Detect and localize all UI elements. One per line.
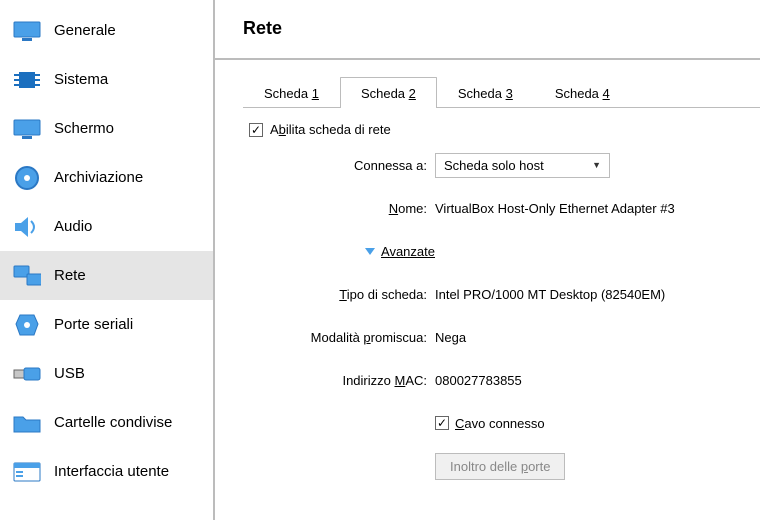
sidebar-item-label: Porte seriali (54, 316, 133, 333)
adapter-type-label: Tipo di scheda: (249, 287, 435, 302)
tab-scheda-1[interactable]: Scheda 1 (243, 77, 340, 108)
name-label: Nome: (249, 201, 435, 216)
tabs: Scheda 1 Scheda 2 Scheda 3 Scheda 4 (243, 76, 760, 108)
serial-port-icon (13, 311, 41, 339)
speaker-icon (13, 213, 41, 241)
name-value[interactable]: VirtualBox Host-Only Ethernet Adapter #3 (435, 198, 675, 219)
monitor-icon (13, 17, 41, 45)
sidebar-item-label: Schermo (54, 120, 114, 137)
promiscuous-value[interactable]: Nega (435, 327, 466, 348)
sidebar-item-label: Cartelle condivise (54, 414, 172, 431)
form: ✓ Abilita scheda di rete Connessa a: Sch… (235, 108, 760, 480)
network-icon (13, 262, 41, 290)
sidebar-item-usb[interactable]: USB (0, 349, 213, 398)
mac-value[interactable]: 080027783855 (435, 370, 522, 391)
chip-icon (13, 66, 41, 94)
sidebar-item-cartelle-condivise[interactable]: Cartelle condivise (0, 398, 213, 447)
mac-label: Indirizzo MAC: (249, 373, 435, 388)
sidebar-item-generale[interactable]: Generale (0, 6, 213, 55)
sidebar: Generale Sistema Schermo Archiviazione A… (0, 0, 215, 520)
advanced-expander[interactable]: Avanzate (249, 244, 435, 259)
sidebar-item-label: Rete (54, 267, 86, 284)
sidebar-item-rete[interactable]: Rete (0, 251, 213, 300)
sidebar-item-audio[interactable]: Audio (0, 202, 213, 251)
chevron-down-icon: ▼ (592, 160, 601, 170)
tab-scheda-3[interactable]: Scheda 3 (437, 77, 534, 108)
attached-to-select[interactable]: Scheda solo host ▼ (435, 153, 610, 178)
port-forwarding-button[interactable]: Inoltro delle porte (435, 453, 565, 480)
sidebar-item-schermo[interactable]: Schermo (0, 104, 213, 153)
folder-icon (13, 409, 41, 437)
tab-scheda-2[interactable]: Scheda 2 (340, 77, 437, 108)
adapter-type-value[interactable]: Intel PRO/1000 MT Desktop (82540EM) (435, 284, 665, 305)
sidebar-item-label: Sistema (54, 71, 108, 88)
sidebar-item-label: USB (54, 365, 85, 382)
attached-to-label: Connessa a: (249, 158, 435, 173)
sidebar-item-sistema[interactable]: Sistema (0, 55, 213, 104)
cable-connected-checkbox[interactable]: ✓ (435, 416, 449, 430)
display-icon (13, 115, 41, 143)
sidebar-item-interfaccia-utente[interactable]: Interfaccia utente (0, 447, 213, 496)
usb-icon (13, 360, 41, 388)
sidebar-item-label: Interfaccia utente (54, 463, 169, 480)
sidebar-item-label: Archiviazione (54, 169, 143, 186)
sidebar-item-porte-seriali[interactable]: Porte seriali (0, 300, 213, 349)
page-title: Rete (215, 0, 760, 60)
enable-adapter-label: Abilita scheda di rete (270, 122, 391, 137)
sidebar-item-archiviazione[interactable]: Archiviazione (0, 153, 213, 202)
triangle-down-icon (365, 248, 375, 255)
promiscuous-label: Modalità promiscua: (249, 330, 435, 345)
main-panel: Rete Scheda 1 Scheda 2 Scheda 3 Scheda 4… (215, 0, 760, 520)
cable-connected-label: Cavo connesso (455, 416, 545, 431)
sidebar-item-label: Generale (54, 22, 116, 39)
disk-icon (13, 164, 41, 192)
ui-icon (13, 458, 41, 486)
tab-scheda-4[interactable]: Scheda 4 (534, 77, 631, 108)
sidebar-item-label: Audio (54, 218, 92, 235)
enable-adapter-checkbox[interactable]: ✓ (249, 123, 263, 137)
